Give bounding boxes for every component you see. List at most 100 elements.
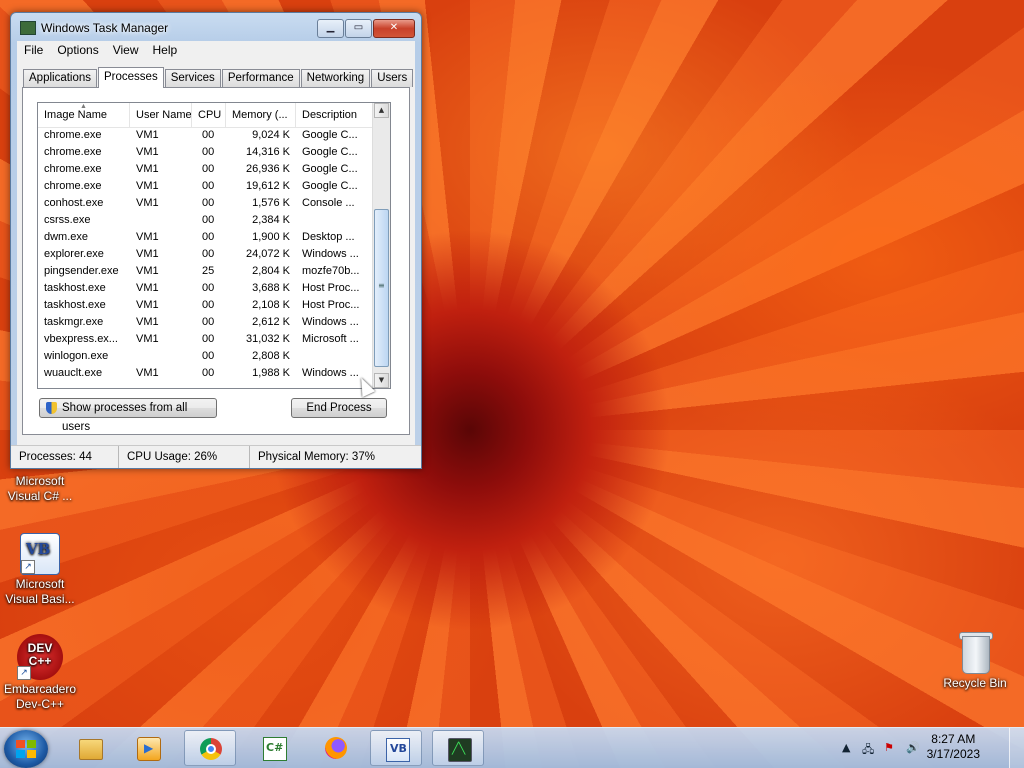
task-manager-icon bbox=[20, 21, 36, 35]
desktop-icon-visual-basic[interactable]: VB ↗ Microsoft Visual Basi... bbox=[0, 533, 80, 607]
process-cell-desc: Host Proc... bbox=[302, 282, 360, 294]
clock-date: 3/17/2023 bbox=[926, 747, 980, 761]
volume-icon[interactable]: 🔊 bbox=[906, 741, 920, 754]
action-center-icon[interactable]: ⚑ bbox=[884, 741, 894, 754]
client-area: Applications Processes Services Performa… bbox=[11, 61, 421, 468]
desktop-icon-label: Recycle Bin bbox=[943, 676, 1007, 690]
process-cell-user: VM1 bbox=[136, 333, 159, 345]
tab-networking[interactable]: Networking bbox=[300, 69, 371, 87]
process-cell-user: VM1 bbox=[136, 129, 159, 141]
process-row[interactable]: conhost.exe VM1 00 1,576 K Console ... bbox=[38, 196, 390, 213]
tab-performance[interactable]: Performance bbox=[221, 69, 300, 87]
network-icon[interactable]: 🖧 bbox=[862, 741, 874, 760]
process-cell-cpu: 00 bbox=[202, 180, 215, 192]
show-all-users-button[interactable]: Show processes from all users bbox=[39, 398, 217, 433]
folder-icon bbox=[79, 739, 103, 760]
menu-bar: File Options View Help bbox=[17, 41, 415, 61]
taskbar-chrome[interactable] bbox=[184, 730, 236, 766]
menu-view[interactable]: View bbox=[106, 41, 146, 61]
process-cell-mem: 2,612 K bbox=[252, 316, 290, 328]
process-row[interactable]: taskhost.exe VM1 00 2,108 K Host Proc... bbox=[38, 298, 390, 315]
taskbar-visual-basic[interactable]: VB bbox=[370, 730, 422, 766]
show-desktop-button[interactable] bbox=[1009, 728, 1024, 768]
process-cell-mem: 1,576 K bbox=[252, 197, 290, 209]
process-cell-user: VM1 bbox=[136, 282, 159, 294]
process-cell-name: taskmgr.exe bbox=[44, 316, 104, 328]
status-bar: Processes: 44 CPU Usage: 26% Physical Me… bbox=[11, 445, 421, 468]
process-row[interactable]: vbexpress.ex... VM1 00 31,032 K Microsoft ..… bbox=[38, 332, 390, 349]
start-button[interactable] bbox=[4, 730, 48, 768]
column-cpu[interactable]: CPU bbox=[192, 103, 226, 127]
taskbar-media-player[interactable]: ▶ bbox=[122, 730, 174, 766]
process-cell-mem: 14,316 K bbox=[245, 146, 290, 158]
taskbar-task-manager[interactable]: ╱╲ bbox=[432, 730, 484, 766]
process-list[interactable]: ▲ Image Name User Name CPU Memory (... De… bbox=[37, 102, 391, 389]
process-row[interactable]: chrome.exe VM1 00 19,612 K Google C... bbox=[38, 179, 390, 196]
process-cell-name: csrss.exe bbox=[44, 214, 91, 226]
recycle-bin-icon bbox=[958, 630, 993, 674]
desktop-icon-devcpp[interactable]: DEV C++ ↗ Embarcadero Dev-C++ bbox=[0, 634, 80, 712]
scroll-down-arrow-icon[interactable]: ▼ bbox=[374, 373, 389, 388]
clock[interactable]: 8:27 AM 3/17/2023 bbox=[927, 732, 980, 762]
process-cell-mem: 26,936 K bbox=[245, 163, 290, 175]
process-cell-cpu: 00 bbox=[202, 299, 215, 311]
scroll-up-arrow-icon[interactable]: ▲ bbox=[374, 103, 389, 118]
maximize-button[interactable]: ▭ bbox=[345, 19, 372, 38]
process-cell-desc: Windows ... bbox=[302, 248, 359, 260]
desktop-icon-label: Microsoft Visual Basi... bbox=[5, 577, 75, 606]
process-cell-desc bbox=[296, 213, 374, 230]
process-row[interactable]: chrome.exe VM1 00 14,316 K Google C... bbox=[38, 145, 390, 162]
desktop-icon-recycle-bin[interactable]: Recycle Bin bbox=[935, 630, 1015, 691]
firefox-icon bbox=[325, 737, 347, 759]
status-physical-memory: Physical Memory: 37% bbox=[258, 451, 375, 463]
process-row[interactable]: wuauclt.exe VM1 00 1,988 K Windows ... bbox=[38, 366, 390, 383]
process-row[interactable]: winlogon.exe 00 2,808 K bbox=[38, 349, 390, 366]
tab-applications[interactable]: Applications bbox=[23, 69, 98, 87]
shortcut-arrow-icon: ↗ bbox=[21, 560, 35, 574]
process-row[interactable]: dwm.exe VM1 00 1,900 K Desktop ... bbox=[38, 230, 390, 247]
taskbar-visual-csharp[interactable]: C# bbox=[248, 730, 300, 766]
column-user-name[interactable]: User Name bbox=[130, 103, 192, 127]
process-cell-name: dwm.exe bbox=[44, 231, 89, 243]
process-cell-cpu: 00 bbox=[202, 163, 215, 175]
chrome-icon bbox=[200, 738, 222, 760]
taskbar-explorer[interactable] bbox=[64, 730, 116, 766]
process-cell-user: VM1 bbox=[136, 248, 159, 260]
title-bar[interactable]: Windows Task Manager ▁ ▭ ✕ bbox=[11, 13, 421, 41]
menu-help[interactable]: Help bbox=[146, 41, 185, 61]
close-button[interactable]: ✕ bbox=[373, 19, 415, 38]
end-process-button[interactable]: End Process bbox=[291, 398, 387, 418]
process-row[interactable]: explorer.exe VM1 00 24,072 K Windows ... bbox=[38, 247, 390, 264]
column-description[interactable]: Description bbox=[296, 103, 374, 127]
menu-file[interactable]: File bbox=[17, 41, 50, 61]
vertical-scrollbar[interactable]: ▲ ≡ ▼ bbox=[372, 103, 390, 388]
process-cell-name: pingsender.exe bbox=[44, 265, 119, 277]
process-cell-user: VM1 bbox=[136, 367, 159, 379]
process-row[interactable]: chrome.exe VM1 00 9,024 K Google C... bbox=[38, 128, 390, 145]
process-row[interactable]: taskhost.exe VM1 00 3,688 K Host Proc... bbox=[38, 281, 390, 298]
column-image-name[interactable]: ▲ Image Name bbox=[38, 103, 130, 127]
process-row[interactable]: taskmgr.exe VM1 00 2,612 K Windows ... bbox=[38, 315, 390, 332]
tab-services[interactable]: Services bbox=[164, 69, 221, 87]
process-cell-user: VM1 bbox=[136, 299, 159, 311]
desktop-icon-visual-csharp[interactable]: Microsoft Visual C# ... bbox=[0, 474, 80, 504]
visual-csharp-icon: C# bbox=[263, 737, 287, 761]
menu-options[interactable]: Options bbox=[50, 41, 105, 61]
process-row[interactable]: csrss.exe 00 2,384 K bbox=[38, 213, 390, 230]
tab-processes[interactable]: Processes bbox=[98, 67, 164, 88]
show-hidden-icons-icon[interactable]: ▲ bbox=[842, 741, 850, 754]
scroll-thumb[interactable]: ≡ bbox=[374, 209, 389, 367]
column-memory[interactable]: Memory (... bbox=[226, 103, 296, 127]
process-row[interactable]: pingsender.exe VM1 25 2,804 K mozfe70b... bbox=[38, 264, 390, 281]
taskbar-firefox[interactable] bbox=[310, 730, 362, 766]
process-cell-name: chrome.exe bbox=[44, 180, 102, 192]
desktop-icon-label: Microsoft Visual C# ... bbox=[7, 474, 73, 503]
process-cell-desc: mozfe70b... bbox=[302, 265, 360, 277]
process-row[interactable]: chrome.exe VM1 00 26,936 K Google C... bbox=[38, 162, 390, 179]
process-cell-cpu: 00 bbox=[202, 129, 215, 141]
process-cell-mem: 24,072 K bbox=[245, 248, 290, 260]
process-cell-cpu: 00 bbox=[202, 333, 215, 345]
minimize-button[interactable]: ▁ bbox=[317, 19, 344, 38]
tab-users[interactable]: Users bbox=[371, 69, 414, 87]
process-cell-desc: Google C... bbox=[302, 129, 358, 141]
